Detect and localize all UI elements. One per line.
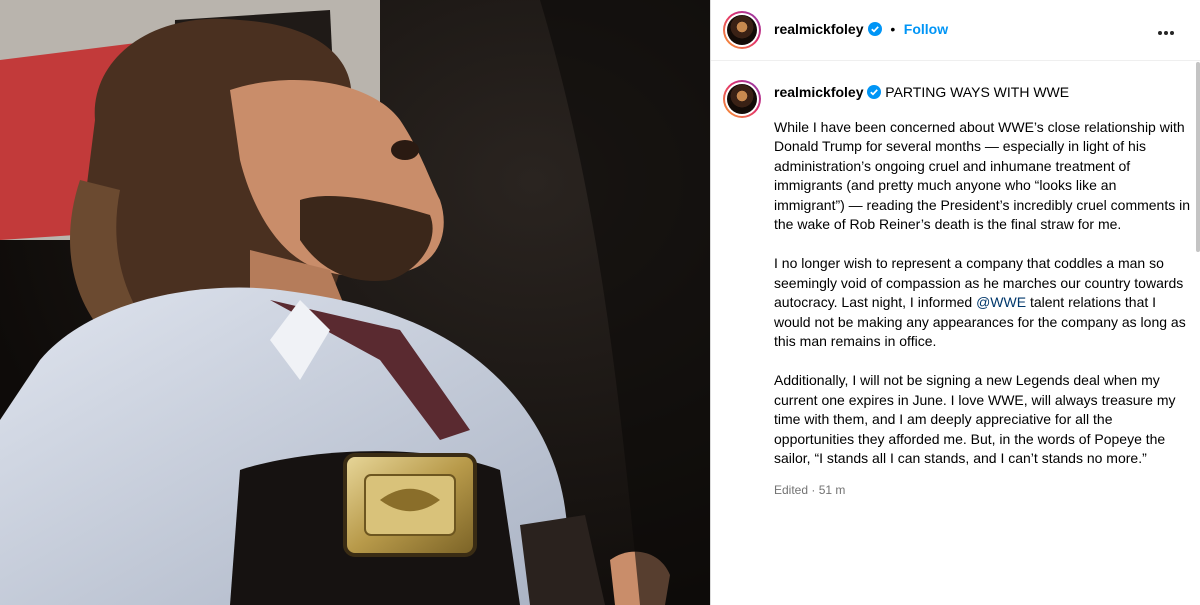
post-header: realmickfoley • Follow bbox=[711, 0, 1200, 61]
caption-author-avatar[interactable] bbox=[723, 80, 761, 118]
edited-timestamp: Edited · 51 m bbox=[774, 482, 846, 497]
caption-title-line: realmickfoley PARTING WAYS WITH WWE bbox=[774, 84, 1069, 100]
mention-link[interactable]: @WWE bbox=[976, 294, 1026, 310]
verified-badge-icon bbox=[867, 22, 882, 36]
header-user-line: realmickfoley • Follow bbox=[774, 21, 948, 39]
caption-username[interactable]: realmickfoley bbox=[774, 84, 864, 100]
post-side-panel: realmickfoley • Follow realmickfoley PAR… bbox=[710, 0, 1200, 605]
caption-paragraph-2: I no longer wish to represent a company … bbox=[774, 254, 1190, 351]
caption-title: PARTING WAYS WITH WWE bbox=[885, 84, 1070, 100]
author-avatar[interactable] bbox=[723, 11, 761, 49]
caption-body: While I have been concerned about WWE’s … bbox=[774, 118, 1190, 500]
post-image bbox=[0, 0, 710, 605]
verified-badge-icon bbox=[867, 85, 882, 99]
follow-button[interactable]: Follow bbox=[904, 21, 948, 37]
header-username[interactable]: realmickfoley bbox=[774, 21, 864, 37]
scrollbar[interactable] bbox=[1196, 62, 1200, 252]
caption-paragraph-3: Additionally, I will not be signing a ne… bbox=[774, 372, 1176, 467]
post-photo[interactable] bbox=[0, 0, 710, 605]
caption-paragraph-1: While I have been concerned about WWE’s … bbox=[774, 119, 1191, 233]
more-options-icon[interactable] bbox=[1158, 22, 1180, 38]
separator-dot: • bbox=[890, 21, 896, 37]
